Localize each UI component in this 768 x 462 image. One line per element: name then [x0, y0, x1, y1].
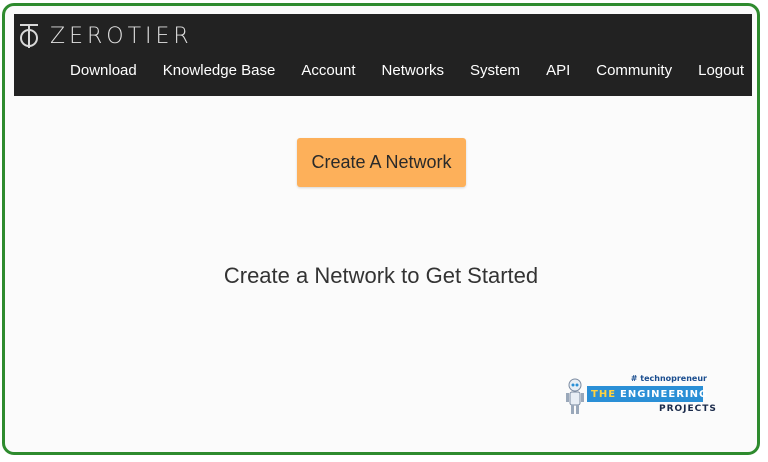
nav-item-networks[interactable]: Networks	[369, 62, 458, 79]
main-nav: Download Knowledge Base Account Networks…	[57, 62, 744, 79]
watermark-tag: # technopreneur	[630, 374, 707, 383]
create-network-button[interactable]: Create A Network	[297, 138, 466, 187]
brand-name: ZEROTIER	[50, 23, 193, 49]
watermark-logo: # technopreneur THE ENGINEERING PROJECTS	[563, 374, 716, 424]
watermark-the: THE	[591, 388, 617, 400]
nav-item-knowledge-base[interactable]: Knowledge Base	[150, 62, 289, 79]
nav-item-account[interactable]: Account	[288, 62, 368, 79]
nav-item-logout[interactable]: Logout	[685, 62, 744, 79]
zerotier-logo-icon	[18, 23, 40, 49]
nav-item-community[interactable]: Community	[583, 62, 685, 79]
nav-item-download[interactable]: Download	[57, 62, 150, 79]
top-navbar: ZEROTIER Download Knowledge Base Account…	[14, 14, 752, 96]
empty-state-heading: Create a Network to Get Started	[223, 263, 539, 288]
zerotier-logo[interactable]: ZEROTIER	[18, 18, 193, 54]
robot-icon	[565, 378, 585, 421]
window-frame: ZEROTIER Download Knowledge Base Account…	[2, 3, 760, 455]
nav-item-system[interactable]: System	[457, 62, 533, 79]
watermark-engineering: ENGINEERING	[620, 388, 709, 400]
watermark-projects: PROJECTS	[659, 404, 717, 414]
nav-item-api[interactable]: API	[533, 62, 583, 79]
watermark-bar: THE ENGINEERING	[587, 386, 707, 402]
